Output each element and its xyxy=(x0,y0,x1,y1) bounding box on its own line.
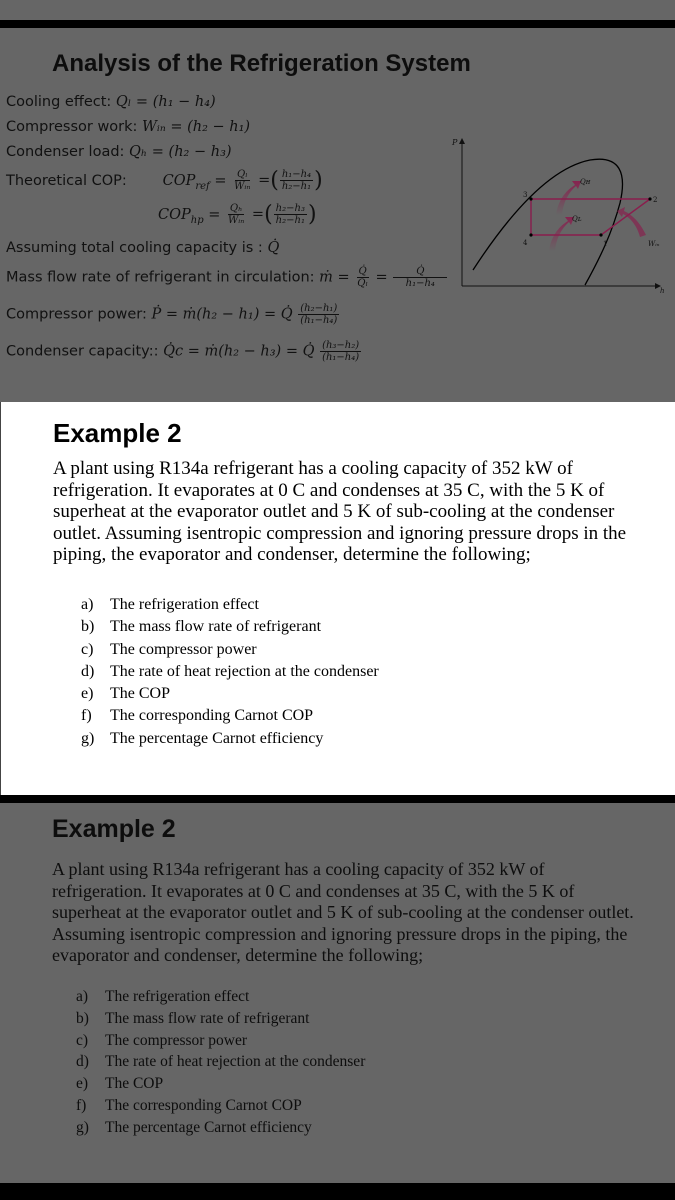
compressor-power-line: Compressor power: Ṗ = ṁ(h₂ − h₁) = Q̇ … xyxy=(6,303,340,326)
question-item: c) The compressor power xyxy=(76,1031,248,1049)
qh-arrow-icon xyxy=(556,181,581,215)
mass-flow-fraction-1: Q̇ Qₗ xyxy=(356,266,369,289)
question-item: b) The mass flow rate of refrigerant xyxy=(76,1009,310,1027)
example-problem-text: A plant using R134a refrigerant has a co… xyxy=(52,859,634,965)
saturation-dome xyxy=(472,158,624,286)
point-4-marker xyxy=(529,233,533,237)
win-arrow-icon xyxy=(617,207,646,237)
cop-ref-fraction-1: Qₗ Wᵢₙ xyxy=(234,169,251,192)
condenser-load-expr: Qₕ = (h₂ − h₃) xyxy=(129,144,232,160)
condenser-capacity-line: Condenser capacity:: Q̇c = ṁ(h₂ − h₃) =… xyxy=(6,340,362,363)
question-item: g) The percentage Carnot efficiency xyxy=(76,1118,312,1136)
compressor-work-label: Compressor work: xyxy=(6,119,143,135)
example-title: Example 2 xyxy=(53,418,182,448)
mass-flow-label: Mass flow rate of refrigerant in circula… xyxy=(6,269,320,286)
compressor-work-line: Compressor work: Wᵢₙ = (h₂ − h₁) xyxy=(6,119,250,135)
qh-label: Qʜ xyxy=(580,178,591,186)
compressor-power-label: Compressor power: xyxy=(6,306,152,323)
h-axis-label: h xyxy=(660,287,665,295)
ql-arrow-icon xyxy=(549,217,574,251)
question-item: f) The corresponding Carnot COP xyxy=(76,1096,302,1114)
p-axis-label: P xyxy=(451,138,458,147)
cop-ref-fraction-2: h₁−h₄ h₂−h₁ xyxy=(279,169,314,192)
assume-label: Assuming total cooling capacity is : xyxy=(6,240,268,256)
point-3-marker xyxy=(529,197,533,201)
cop-hp-line: COPhp = Qₕ Wᵢₙ =(h₂−h₃ h₂−h₁) xyxy=(158,202,317,227)
cop-hp-fraction-2: h₂−h₃ h₂−h₁ xyxy=(273,203,307,226)
question-item: b) The mass flow rate of refrigerant xyxy=(81,618,322,636)
cooling-effect-line: Cooling effect: Qₗ = (h₁ − h₄) xyxy=(6,94,216,110)
top-divider-bar xyxy=(0,20,675,28)
middle-divider-bar xyxy=(0,795,675,803)
question-item: e) The COP xyxy=(76,1075,164,1093)
win-label: Wᵢₙ xyxy=(648,240,660,248)
example-problem-text: A plant using R134a refrigerant has a co… xyxy=(53,458,627,565)
condenser-load-label: Condenser load: xyxy=(6,144,130,160)
compressor-power-fraction: (h₂−h₁) (h₁−h₄) xyxy=(298,303,340,326)
cop-hp-lhs: COPhp = xyxy=(158,206,221,226)
slide-analysis[interactable]: Analysis of the Refrigeration System Coo… xyxy=(0,28,675,402)
assume-expr: Q̇ xyxy=(267,240,280,256)
point-4-label: 4 xyxy=(523,239,528,247)
question-item: d) The rate of heat rejection at the cond… xyxy=(81,662,379,680)
slide-example-dimmed[interactable]: Example 2 A plant using R134a refrigeran… xyxy=(0,803,675,1183)
example-question-list: a) The refrigeration effect b) The mass fl… xyxy=(81,596,379,752)
mass-flow-line: Mass flow rate of refrigerant in circula… xyxy=(6,266,448,289)
point-2-label: 2 xyxy=(653,196,657,204)
question-item: d) The rate of heat rejection at the cond… xyxy=(76,1053,366,1071)
theoretical-cop-label: Theoretical COP: xyxy=(6,172,127,189)
cop-ref-lhs: COPref = xyxy=(162,172,227,192)
mass-flow-lhs: ṁ = xyxy=(319,269,350,286)
ql-label: Qʟ xyxy=(572,215,582,223)
condenser-capacity-expr: Q̇c = ṁ(h₂ − h₃) = Q̇ xyxy=(163,343,315,360)
compressor-power-expr: Ṗ = ṁ(h₂ − h₁) = Q̇ xyxy=(151,306,293,323)
cop-ref-line: Theoretical COP: COPref = Qₗ Wᵢₙ =(h₁−h₄ h… xyxy=(6,168,323,193)
compressor-work-expr: Wᵢₙ = (h₂ − h₁) xyxy=(142,119,251,135)
cooling-effect-label: Cooling effect: xyxy=(6,94,116,110)
example-question-list: a) The refrigeration effect b) The mass fl… xyxy=(76,988,365,1141)
question-item: c) The compressor power xyxy=(81,640,257,658)
point-1-label: 1 xyxy=(603,240,607,248)
point-2-marker xyxy=(648,197,652,201)
slide-title: Analysis of the Refrigeration System xyxy=(52,50,471,77)
question-item: f) The corresponding Carnot COP xyxy=(81,707,314,725)
condenser-capacity-fraction: (h₃−h₂) (h₁−h₄) xyxy=(320,340,362,363)
question-item: e) The COP xyxy=(81,685,170,703)
condenser-capacity-label: Condenser capacity:: xyxy=(6,343,164,360)
assume-line: Assuming total cooling capacity is : Q̇ xyxy=(6,240,279,256)
ph-diagram: P h 1 2 3 4 Qʜ Qʟ Wᵢₙ xyxy=(451,138,665,295)
slide-example-active[interactable]: Example 2 A plant using R134a refrigeran… xyxy=(0,402,675,795)
condenser-load-line: Condenser load: Qₕ = (h₂ − h₃) xyxy=(6,144,232,160)
question-item: a) The refrigeration effect xyxy=(76,988,250,1005)
question-item: g) The percentage Carnot efficiency xyxy=(81,729,324,747)
example-title: Example 2 xyxy=(52,815,176,843)
question-item: a) The refrigeration effect xyxy=(81,596,259,613)
cooling-effect-expr: Qₗ = (h₁ − h₄) xyxy=(115,94,216,110)
point-3-label: 3 xyxy=(523,191,527,199)
cop-hp-fraction-1: Qₕ Wᵢₙ xyxy=(227,203,245,226)
bottom-black-area xyxy=(0,1183,675,1200)
point-1-marker xyxy=(599,233,603,237)
mass-flow-fraction-2: Q̇ h₁−h₄ xyxy=(393,266,448,289)
